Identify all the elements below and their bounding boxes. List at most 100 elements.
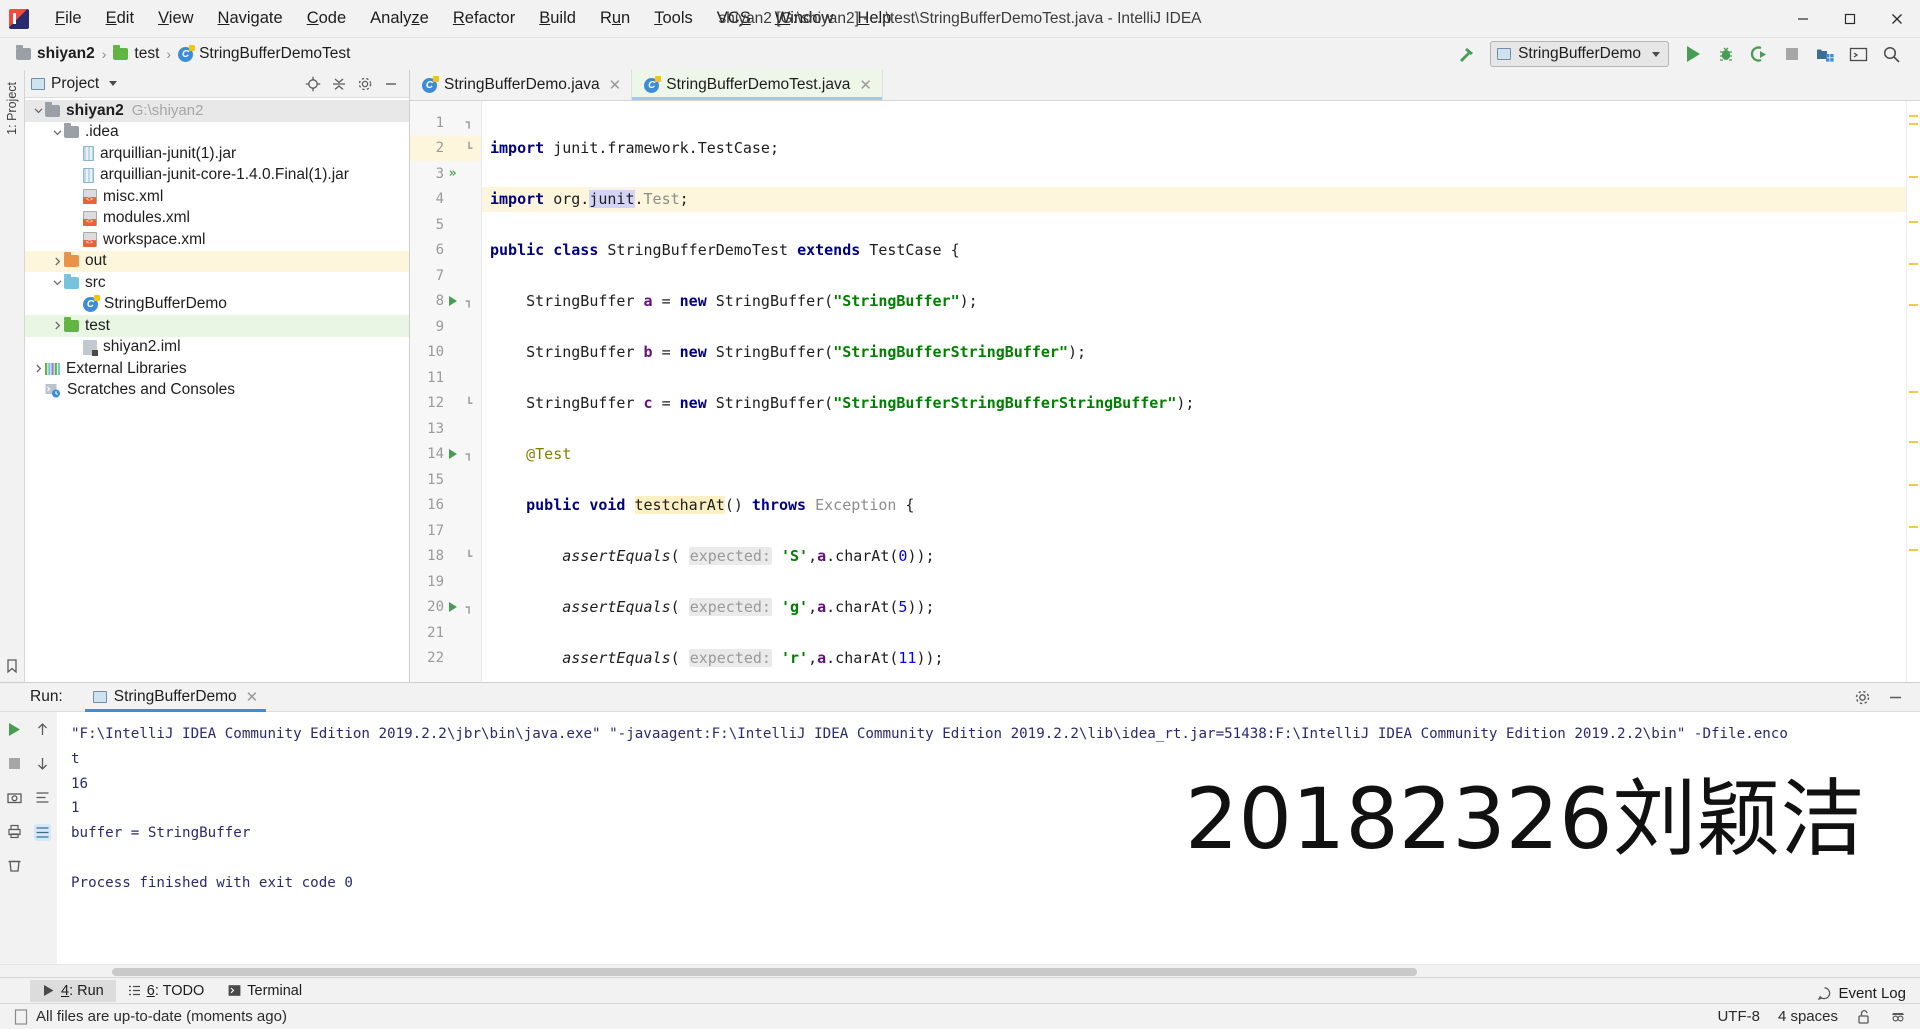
tree-item-arquillian-junit-1-jar[interactable]: arquillian-junit(1).jar xyxy=(25,143,409,165)
maximize-button[interactable] xyxy=(1826,0,1873,38)
breadcrumb-item-test[interactable]: test xyxy=(107,43,165,65)
menu-tools[interactable]: Tools xyxy=(642,5,705,32)
tree-item-idea[interactable]: .idea xyxy=(25,122,409,144)
panel-settings-icon[interactable] xyxy=(357,76,373,92)
search-everywhere-button[interactable] xyxy=(1876,40,1906,68)
collapse-all-icon[interactable] xyxy=(331,76,347,92)
gear-icon[interactable] xyxy=(1854,689,1871,706)
memory-indicator-icon[interactable] xyxy=(14,1008,28,1025)
print-screenshot-icon[interactable] xyxy=(7,790,22,805)
run-tab-stringbufferdemo[interactable]: StringBufferDemo ✕ xyxy=(84,683,267,712)
tool-window-terminal[interactable]: Terminal xyxy=(216,980,314,1002)
gutter-line-13[interactable]: 13 xyxy=(410,416,481,442)
run-button[interactable] xyxy=(1678,40,1708,68)
gutter-line-1[interactable]: 1 ┓ xyxy=(410,110,481,136)
fold-region-icon[interactable]: ┓ xyxy=(461,601,477,614)
menu-file[interactable]: File xyxy=(43,5,94,32)
tree-item-modules-xml[interactable]: modules.xml xyxy=(25,208,409,230)
gutter-line-18[interactable]: 18 ┗ xyxy=(410,544,481,570)
fold-region-end-icon[interactable]: ┗ xyxy=(461,142,477,155)
rail-item-project[interactable]: 1: Project xyxy=(5,76,19,141)
close-icon[interactable]: ✕ xyxy=(609,76,622,94)
print-button[interactable] xyxy=(7,824,22,839)
editor-marker-bar[interactable] xyxy=(1906,101,1920,682)
run-test-gutter-icon[interactable] xyxy=(444,449,461,460)
editor-gutter[interactable]: 1 ┓ 2 ┗ 3» 4 5 6 7 8 ┓ 9 10 11 12 ┗ 13 14 ┓ 15 16 17 18 ┗ 19 20 ┓ 2… xyxy=(410,101,482,682)
gutter-line-12[interactable]: 12 ┗ xyxy=(410,391,481,417)
project-structure-button[interactable] xyxy=(1810,40,1840,68)
gutter-line-8[interactable]: 8 ┓ xyxy=(410,289,481,315)
scrollbar-thumb[interactable] xyxy=(112,968,1417,976)
gutter-line-4[interactable]: 4 xyxy=(410,187,481,213)
locate-target-icon[interactable] xyxy=(305,76,321,92)
menu-view[interactable]: View xyxy=(146,5,205,32)
menu-edit[interactable]: Edit xyxy=(94,5,146,32)
console-horizontal-scrollbar[interactable] xyxy=(0,964,1920,977)
run-configuration-selector[interactable]: StringBufferDemo xyxy=(1490,41,1669,67)
tree-item-src[interactable]: src xyxy=(25,272,409,294)
run-test-gutter-icon[interactable] xyxy=(444,602,461,613)
tool-window-todo[interactable]: 6: TODO xyxy=(116,980,217,1002)
gutter-line-9[interactable]: 9 xyxy=(410,314,481,340)
expand-arrow-icon[interactable] xyxy=(50,278,64,287)
encoding-indicator[interactable]: UTF-8 xyxy=(1717,1008,1760,1025)
stop-button[interactable] xyxy=(7,756,22,771)
tree-item-scratches-and-consoles[interactable]: Scratches and Consoles xyxy=(25,380,409,402)
gutter-line-6[interactable]: 6 xyxy=(410,238,481,264)
expand-arrow-icon[interactable] xyxy=(31,106,45,115)
run-test-gutter-icon[interactable] xyxy=(444,296,461,307)
gutter-line-19[interactable]: 19 xyxy=(410,569,481,595)
chevron-down-icon[interactable] xyxy=(109,81,118,86)
gutter-line-22[interactable]: 22 xyxy=(410,646,481,672)
inspector-icon[interactable] xyxy=(1890,1009,1906,1025)
unlocked-icon[interactable] xyxy=(1856,1009,1872,1025)
tree-item-shiyan2[interactable]: shiyan2 G:\shiyan2 xyxy=(25,100,409,122)
editor-tab-stringbufferdemo[interactable]: C StringBufferDemo.java ✕ xyxy=(410,70,633,100)
close-button[interactable] xyxy=(1873,0,1920,38)
menu-vcs[interactable]: VCS xyxy=(705,5,763,32)
collapse-arrow-icon[interactable] xyxy=(31,364,45,373)
menu-window[interactable]: Window xyxy=(763,5,846,32)
tree-item-test[interactable]: test xyxy=(25,315,409,337)
indent-indicator[interactable]: 4 spaces xyxy=(1778,1008,1838,1025)
gutter-line-14[interactable]: 14 ┓ xyxy=(410,442,481,468)
code-content[interactable]: import junit.framework.TestCase; import … xyxy=(482,101,1906,682)
gutter-line-3[interactable]: 3» xyxy=(410,161,481,187)
menu-help[interactable]: Help xyxy=(845,5,903,32)
expand-arrow-icon[interactable] xyxy=(50,128,64,137)
implemented-gutter-icon[interactable]: » xyxy=(444,166,461,181)
down-arrow-icon[interactable] xyxy=(35,756,50,771)
tree-item-stringbufferdemo[interactable]: C StringBufferDemo xyxy=(25,294,409,316)
gutter-line-16[interactable]: 16 xyxy=(410,493,481,519)
collapse-arrow-icon[interactable] xyxy=(50,321,64,330)
fold-region-end-icon[interactable]: ┗ xyxy=(461,550,477,563)
close-icon[interactable]: ✕ xyxy=(859,76,872,94)
run-with-coverage-button[interactable] xyxy=(1744,40,1774,68)
tree-item-external-libraries[interactable]: External Libraries xyxy=(25,358,409,380)
menu-navigate[interactable]: Navigate xyxy=(206,5,295,32)
breadcrumb-item-class[interactable]: C StringBufferDemoTest xyxy=(172,43,356,65)
breadcrumb-item-module[interactable]: shiyan2 xyxy=(10,43,101,65)
code-editor[interactable]: 1 ┓ 2 ┗ 3» 4 5 6 7 8 ┓ 9 10 11 12 ┗ 13 14 ┓ 15 16 17 18 ┗ 19 20 ┓ 2… xyxy=(410,101,1920,682)
project-tree[interactable]: shiyan2 G:\shiyan2 .idea arquillian-junit(1… xyxy=(25,98,409,682)
collapse-arrow-icon[interactable] xyxy=(50,257,64,266)
debug-button[interactable] xyxy=(1711,40,1741,68)
gutter-line-17[interactable]: 17 xyxy=(410,518,481,544)
scroll-to-end-icon[interactable] xyxy=(34,824,52,841)
up-arrow-icon[interactable] xyxy=(35,722,50,737)
gutter-line-10[interactable]: 10 xyxy=(410,340,481,366)
clear-all-icon[interactable] xyxy=(7,858,22,873)
editor-tab-stringbufferdemotest[interactable]: C StringBufferDemoTest.java ✕ xyxy=(632,70,883,100)
close-icon[interactable]: ✕ xyxy=(246,688,259,706)
gutter-line-5[interactable]: 5 xyxy=(410,212,481,238)
gutter-line-15[interactable]: 15 xyxy=(410,467,481,493)
menu-code[interactable]: Code xyxy=(295,5,358,32)
menu-analyze[interactable]: Analyze xyxy=(358,5,441,32)
fold-region-icon[interactable]: ┓ xyxy=(461,116,477,129)
gutter-line-2[interactable]: 2 ┗ xyxy=(410,135,481,161)
menu-run[interactable]: Run xyxy=(588,5,642,32)
console-output[interactable]: "F:\IntelliJ IDEA Community Edition 2019… xyxy=(57,712,1920,964)
gutter-line-20[interactable]: 20 ┓ xyxy=(410,595,481,621)
gutter-line-11[interactable]: 11 xyxy=(410,365,481,391)
tree-item-workspace-xml[interactable]: workspace.xml xyxy=(25,229,409,251)
